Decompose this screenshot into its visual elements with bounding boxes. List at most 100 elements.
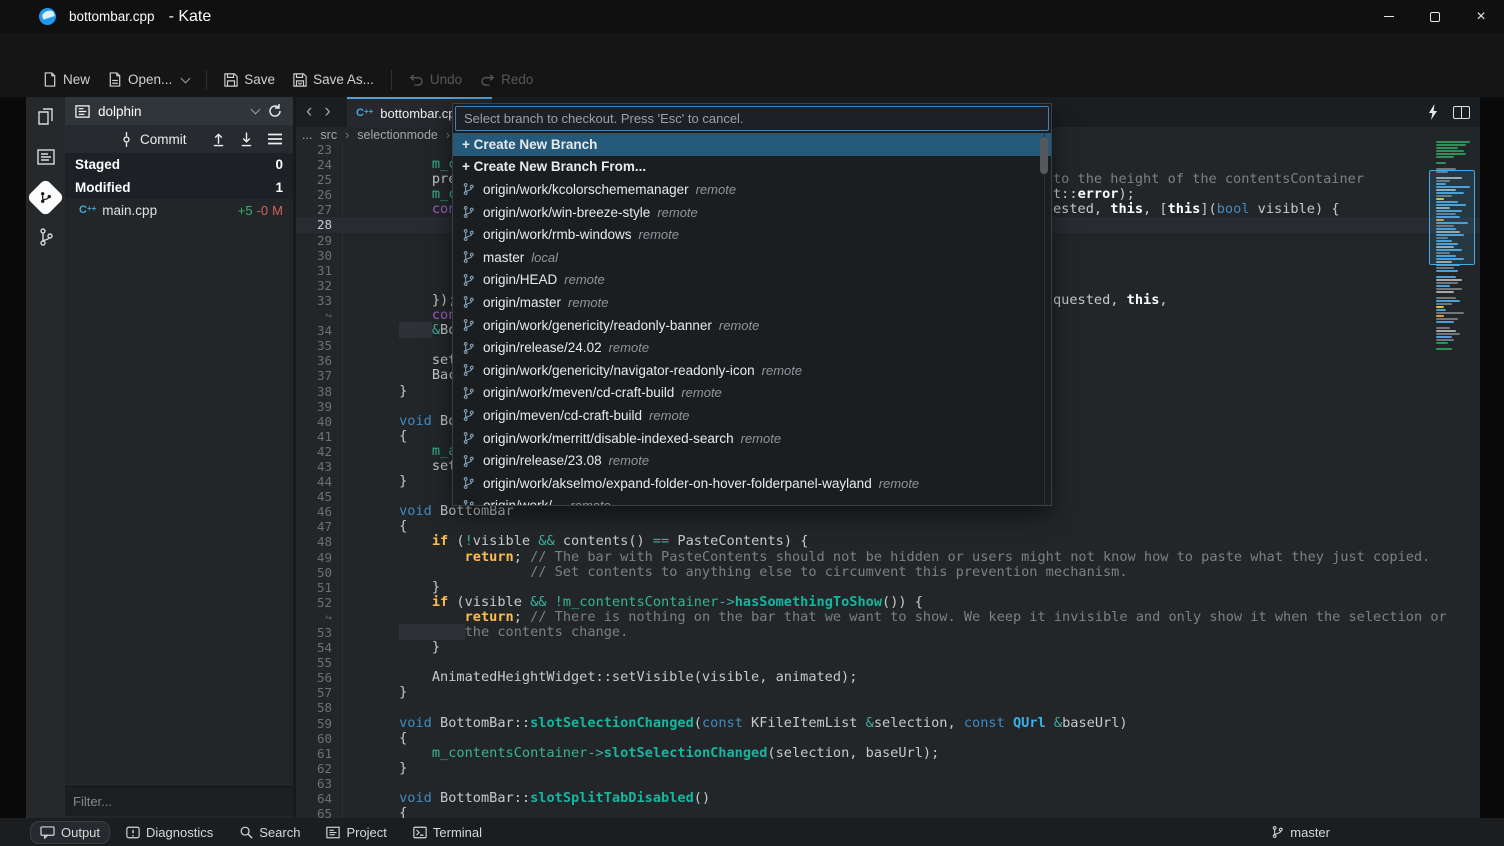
new-file-icon [44,72,56,87]
commit-button[interactable]: Commit [120,131,187,147]
menu-hamburger-icon[interactable] [267,132,283,146]
line-number: 42 [316,443,332,459]
branch-list-item[interactable]: origin/work/... remote [453,495,1051,505]
refresh-icon[interactable] [267,103,283,119]
branch-icon [463,477,474,490]
menu-item[interactable] [112,36,134,59]
branch-scope-tag: remote [761,362,803,378]
popup-scrollbar-track[interactable] [1044,133,1045,505]
git-tool-button-active[interactable] [26,177,65,217]
branch-search-input[interactable] [455,106,1049,131]
menu-item[interactable] [178,36,200,59]
line-number: 43 [316,458,332,474]
branch-list-item[interactable]: origin/meven/cd-craft-build remote [453,404,1051,427]
breadcrumb-separator: › [345,128,350,142]
branch-list-item[interactable]: origin/release/24.02 remote [453,336,1051,359]
modified-file-row[interactable]: C++ main.cpp +5 -0 M [65,199,293,222]
line-number: 33 [316,292,332,308]
back-button[interactable]: ‹ [300,101,318,123]
documents-tool-button[interactable] [26,97,65,137]
branches-tool-button[interactable] [26,217,65,257]
close-button[interactable]: × [1458,0,1504,33]
branch-list-item[interactable]: origin/release/23.08 remote [453,449,1051,472]
menu-item[interactable] [46,36,68,59]
line-number: 56 [316,670,332,686]
search-button[interactable]: Search [229,821,310,844]
sidebar-icon-bar [26,97,65,818]
new-button[interactable]: New [34,67,99,92]
line-number: 36 [316,353,332,369]
branch-list-item[interactable]: origin/work/genericity/navigator-readonl… [453,359,1051,382]
menu-item[interactable] [90,36,112,59]
branch-list-item[interactable]: origin/work/kcolorschememanager remote [453,178,1051,201]
popup-scrollbar-thumb[interactable] [1040,137,1048,174]
menu-item[interactable] [134,36,156,59]
project-chevron-down-icon[interactable] [250,104,261,115]
branch-label: origin/work/genericity/navigator-readonl… [483,362,755,378]
menu-item[interactable] [200,36,222,59]
terminal-button[interactable]: Terminal [403,821,492,844]
minimize-button[interactable] [1366,0,1412,33]
branch-list-item[interactable]: origin/work/genericity/readonly-banner r… [453,314,1051,337]
open-dropdown-chevron-icon[interactable] [180,73,191,83]
branch-list-item[interactable]: origin/HEAD remote [453,269,1051,292]
git-project-header[interactable]: dolphin [65,97,293,125]
branch-list-item[interactable]: origin/work/merritt/disable-indexed-sear… [453,427,1051,450]
branch-list-item[interactable]: origin/work/meven/cd-craft-build remote [453,382,1051,405]
menu-item[interactable] [156,36,178,59]
minimap-viewport[interactable] [1429,170,1475,265]
branch-scope-tag: remote [681,385,722,401]
maximize-button[interactable] [1412,0,1458,33]
branch-list-item[interactable]: + Create New Branch From... [453,156,1051,179]
branch-scope-tag: remote [718,317,760,333]
search-icon [240,826,253,839]
branch-icon [463,386,474,399]
redo-icon [481,74,495,86]
breadcrumb-src[interactable]: src [320,128,337,142]
branch-list-item[interactable]: origin/work/akselmo/expand-folder-on-hov… [453,472,1051,495]
line-number: 35 [316,338,332,354]
split-view-icon[interactable] [1453,105,1470,119]
quick-actions-lightning-icon[interactable] [1427,104,1439,120]
branch-list-item[interactable]: master local [453,246,1051,269]
branch-label: origin/work/win-breeze-style [483,204,651,220]
branch-list-item[interactable]: + Create New Branch [453,133,1051,156]
push-icon[interactable] [211,131,226,147]
pull-icon[interactable] [239,131,254,147]
git-branch-indicator[interactable]: master [1271,825,1330,840]
branch-label: origin/work/kcolorschememanager [483,181,689,197]
code-line: 62 [296,761,1480,776]
filter-input[interactable] [65,787,293,816]
branch-graph-icon [39,228,53,246]
kate-app-icon [39,8,56,25]
open-button[interactable]: Open... [99,67,198,92]
branch-scope-tag: remote [657,204,698,220]
modified-row[interactable]: Modified 1 [65,176,293,199]
branch-scope-tag: remote [695,181,737,197]
branch-list-item[interactable]: origin/master remote [453,291,1051,314]
menu-item[interactable] [244,36,266,59]
breadcrumb-ellipsis[interactable]: ... [302,128,312,142]
branch-scope-tag: remote [608,340,650,356]
branch-list-item[interactable]: origin/work/win-breeze-style remote [453,201,1051,224]
project-button[interactable]: Project [316,821,396,844]
menu-item[interactable] [222,36,244,59]
branch-label: origin/work/genericity/readonly-banner [483,317,712,333]
menu-item[interactable] [68,36,90,59]
forward-button[interactable]: › [318,101,336,123]
code-line: 49 // Set contents to anything else to c… [296,549,1480,580]
save-button[interactable]: Save [215,67,284,92]
staged-row[interactable]: Staged 0 [65,153,293,176]
project-list-icon [36,149,55,165]
redo-button[interactable]: Redo [471,67,542,92]
branch-list-item[interactable]: origin/work/rmb-windows remote [453,223,1051,246]
breadcrumb-selectionmode[interactable]: selectionmode [357,128,438,142]
projects-tool-button[interactable] [26,137,65,177]
branch-icon [463,432,474,444]
menu-item[interactable] [24,36,46,59]
line-number: 49 [316,549,332,565]
diagnostics-button[interactable]: Diagnostics [116,821,223,844]
output-button[interactable]: Output [30,820,111,844]
undo-button[interactable]: Undo [400,67,471,92]
save-as-button[interactable]: Save As... [284,67,383,92]
